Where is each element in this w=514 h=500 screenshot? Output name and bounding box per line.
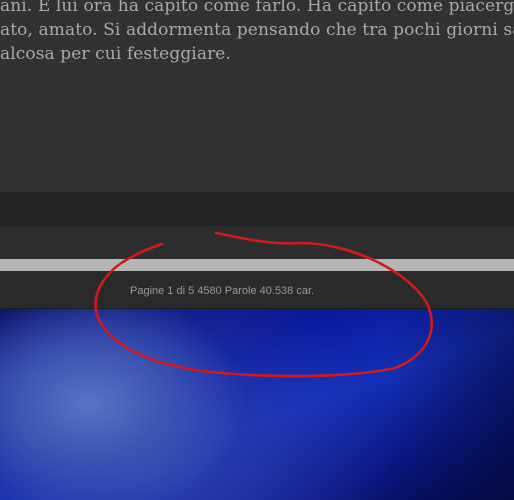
toolbar-band: [0, 226, 514, 259]
desktop-wallpaper: [0, 309, 514, 500]
word-count-status: Pagine 1 di 5 4580 Parole 40.538 car.: [130, 285, 315, 297]
document-editor[interactable]: ani. E lui ora ha capito come farlo. Ha …: [0, 0, 514, 192]
status-bar: Pagine 1 di 5 4580 Parole 40.538 car.: [0, 271, 514, 309]
horizontal-scrollbar[interactable]: [0, 259, 514, 271]
document-text-line: ato, amato. Si addormenta pensando che t…: [0, 20, 514, 40]
document-text-line: ani. E lui ora ha capito come farlo. Ha …: [0, 0, 514, 16]
document-text-line: alcosa per cui festeggiare.: [0, 44, 231, 64]
ruler-band: [0, 192, 514, 226]
